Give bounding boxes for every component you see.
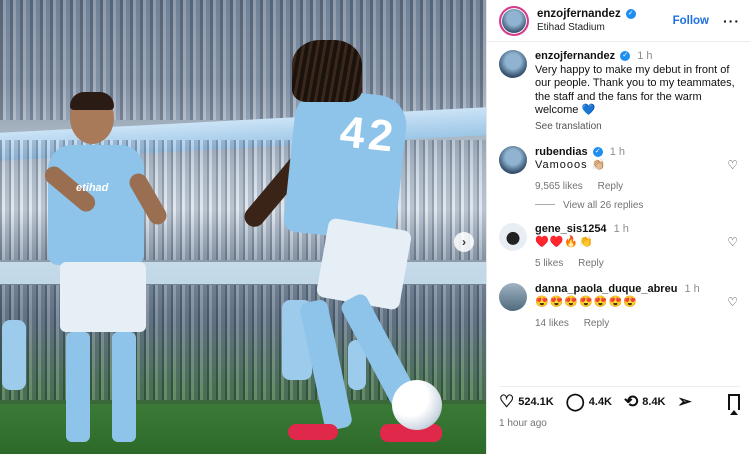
heart-icon[interactable]: ♡ bbox=[727, 235, 738, 249]
avatar[interactable] bbox=[499, 282, 527, 311]
comment-time: 1 h bbox=[684, 282, 700, 295]
avatar[interactable] bbox=[499, 50, 527, 78]
football bbox=[392, 380, 442, 430]
post-timestamp: 1 hour ago bbox=[499, 418, 547, 429]
repost-icon[interactable]: ⟲ bbox=[624, 393, 638, 411]
comment-likes[interactable]: 14 likes bbox=[535, 318, 569, 329]
caption-username[interactable]: enzojfernandez bbox=[535, 50, 615, 62]
comment-likes[interactable]: 9,565 likes bbox=[535, 181, 583, 192]
comment-time: 1 h bbox=[613, 222, 629, 235]
comments-area: enzojfernandez ✓ 1 h Very happy to make … bbox=[499, 50, 740, 329]
next-photo-button[interactable]: › bbox=[454, 232, 474, 252]
caption-time: 1 h bbox=[637, 50, 653, 62]
like-count: 524.1K bbox=[518, 396, 554, 408]
background-player bbox=[2, 320, 26, 390]
action-bar: ♡ 524.1K ◯ 4.4K ⟲ 8.4K ➢ bbox=[499, 386, 740, 415]
follow-button[interactable]: Follow bbox=[673, 15, 709, 27]
avatar[interactable] bbox=[499, 222, 527, 251]
comment-time: 1 h bbox=[609, 145, 625, 158]
instagram-post: etihad 42 › enzojfernandez ✓ Etihad Stad… bbox=[0, 0, 750, 454]
verified-badge-icon: ✓ bbox=[625, 8, 636, 19]
verified-badge-icon: ✓ bbox=[620, 51, 631, 62]
verified-badge-icon: ✓ bbox=[592, 146, 603, 157]
header-username[interactable]: enzojfernandez bbox=[537, 8, 621, 20]
heart-icon[interactable]: ♡ bbox=[499, 393, 514, 411]
heart-icon[interactable]: ♡ bbox=[727, 295, 738, 309]
location-link[interactable]: Etihad Stadium bbox=[537, 21, 636, 34]
comment-text: 😍😍😍😍😍😍😍 bbox=[535, 296, 638, 308]
like-action[interactable]: ♡ 524.1K bbox=[499, 393, 554, 411]
view-replies-button[interactable]: View all 26 replies bbox=[535, 200, 740, 211]
shirt-number: 42 bbox=[337, 107, 400, 162]
post-side-panel: enzojfernandez ✓ Etihad Stadium Follow ·… bbox=[486, 0, 750, 454]
comment-username[interactable]: gene_sis1254 bbox=[535, 223, 607, 235]
comment-item: danna_paola_duque_abreu 1 h 😍😍😍😍😍😍😍 14 l… bbox=[499, 282, 740, 329]
avatar[interactable] bbox=[499, 145, 527, 174]
comment-item: gene_sis1254 1 h ♥️♥️🔥👏 5 likes Reply ♡ bbox=[499, 222, 740, 269]
caption: enzojfernandez ✓ 1 h Very happy to make … bbox=[499, 50, 740, 132]
comment-item: rubendias ✓ 1 h Vamooos 👏🏼 9,565 likes R… bbox=[499, 145, 740, 192]
reply-button[interactable]: Reply bbox=[598, 181, 624, 192]
comment-bubble-icon[interactable]: ◯ bbox=[566, 393, 585, 411]
post-photo[interactable]: etihad 42 › bbox=[0, 0, 486, 454]
comment-likes[interactable]: 5 likes bbox=[535, 258, 563, 269]
comment-count: 4.4K bbox=[588, 396, 613, 408]
send-icon[interactable]: ➢ bbox=[678, 393, 692, 411]
share-action[interactable]: ➢ bbox=[678, 393, 696, 411]
reply-button[interactable]: Reply bbox=[584, 318, 610, 329]
caption-text: Very happy to make my debut in front of … bbox=[535, 63, 735, 117]
heart-icon[interactable]: ♡ bbox=[727, 158, 738, 172]
shirt-sponsor: etihad bbox=[76, 182, 109, 194]
comment-text: Vamooos 👏🏼 bbox=[535, 159, 607, 171]
repost-count: 8.4K bbox=[642, 396, 666, 408]
comment-action[interactable]: ◯ 4.4K bbox=[566, 393, 612, 411]
repost-action[interactable]: ⟲ 8.4K bbox=[624, 393, 666, 411]
comment-username[interactable]: rubendias bbox=[535, 146, 588, 158]
comment-text: ♥️♥️🔥👏 bbox=[535, 236, 594, 248]
avatar[interactable] bbox=[499, 5, 529, 36]
see-translation-link[interactable]: See translation bbox=[535, 121, 602, 132]
reply-button[interactable]: Reply bbox=[578, 258, 604, 269]
comment-username[interactable]: danna_paola_duque_abreu bbox=[535, 283, 677, 295]
post-header: enzojfernandez ✓ Etihad Stadium Follow ·… bbox=[487, 0, 750, 42]
more-options-icon[interactable]: ··· bbox=[723, 13, 740, 29]
bookmark-icon[interactable] bbox=[728, 394, 740, 415]
chevron-right-icon: › bbox=[462, 235, 466, 249]
